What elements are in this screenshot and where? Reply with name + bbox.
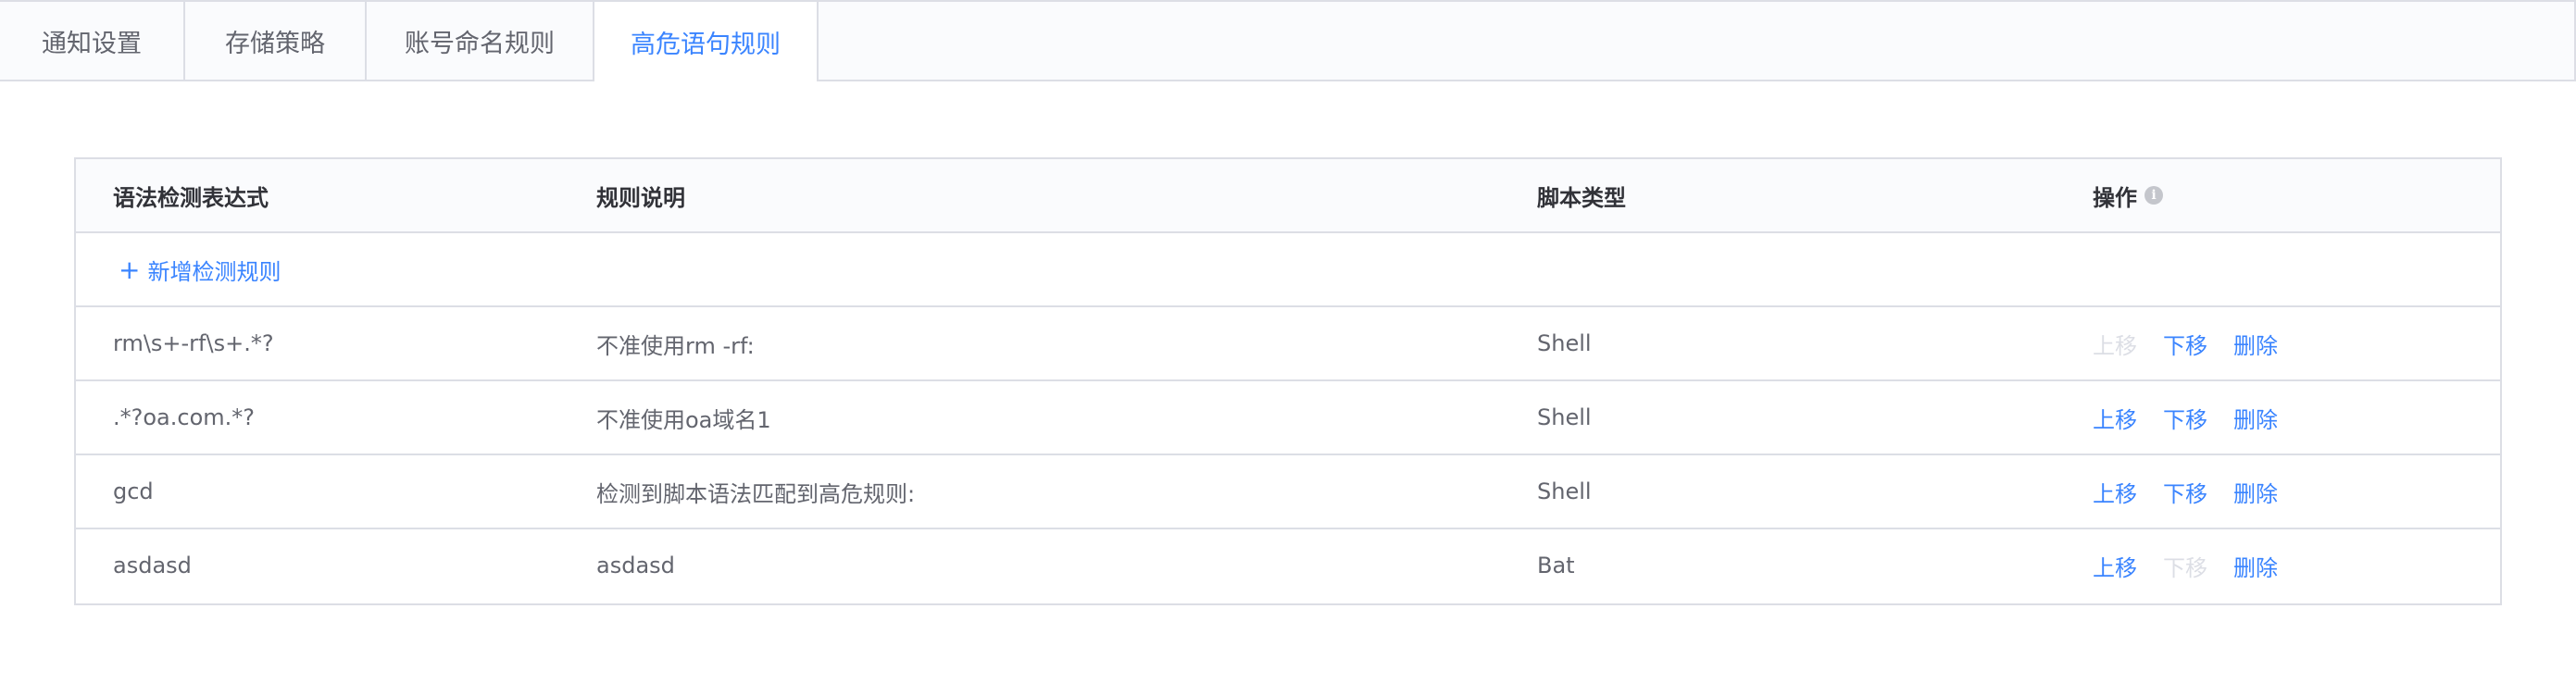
add-rule-label: 新增检测规则 bbox=[147, 258, 281, 285]
header-actions: 操作 i bbox=[2093, 159, 2163, 231]
table-row: gcd 检测到脚本语法匹配到高危规则: Shell 上移 下移 删除 bbox=[76, 455, 2500, 529]
move-up-button[interactable]: 上移 bbox=[2093, 402, 2137, 434]
plus-icon: + bbox=[119, 254, 141, 285]
tab-notification-settings[interactable]: 通知设置 bbox=[0, 2, 185, 80]
header-description: 规则说明 bbox=[596, 184, 685, 211]
table-row: asdasd asdasd Bat 上移 下移 删除 bbox=[76, 529, 2500, 602]
table-row: .*?oa.com.*? 不准使用oa域名1 Shell 上移 下移 删除 bbox=[76, 381, 2500, 455]
table-header: 语法检测表达式 规则说明 脚本类型 操作 i bbox=[76, 159, 2500, 233]
delete-button[interactable]: 删除 bbox=[2233, 550, 2278, 582]
delete-button[interactable]: 删除 bbox=[2233, 476, 2278, 508]
move-down-button[interactable]: 下移 bbox=[2163, 328, 2207, 360]
tab-account-naming-rules[interactable]: 账号命名规则 bbox=[367, 2, 594, 80]
tab-storage-policy[interactable]: 存储策略 bbox=[185, 2, 367, 80]
cell-description: 检测到脚本语法匹配到高危规则: bbox=[596, 480, 916, 507]
cell-script-type: Shell bbox=[1537, 330, 1592, 356]
cell-description: 不准使用oa域名1 bbox=[596, 406, 771, 433]
table-row: rm\s+-rf\s+.*? 不准使用rm -rf: Shell 上移 下移 删… bbox=[76, 307, 2500, 381]
cell-actions: 上移 下移 删除 bbox=[2093, 307, 2304, 379]
cell-expression: .*?oa.com.*? bbox=[113, 404, 256, 430]
header-expression: 语法检测表达式 bbox=[113, 184, 269, 211]
header-actions-label: 操作 bbox=[2093, 184, 2137, 211]
cell-actions: 上移 下移 删除 bbox=[2093, 455, 2304, 528]
tab-high-risk-statement-rules[interactable]: 高危语句规则 bbox=[593, 2, 819, 81]
delete-button[interactable]: 删除 bbox=[2233, 328, 2278, 360]
cell-expression: rm\s+-rf\s+.*? bbox=[113, 330, 274, 356]
cell-actions: 上移 下移 删除 bbox=[2093, 529, 2304, 602]
tab-bar: 通知设置 存储策略 账号命名规则 高危语句规则 bbox=[0, 0, 2576, 81]
rules-table: 语法检测表达式 规则说明 脚本类型 操作 i + 新增检测规则 rm\s+-rf… bbox=[74, 157, 2502, 605]
cell-script-type: Shell bbox=[1537, 404, 1592, 430]
move-up-button[interactable]: 上移 bbox=[2093, 476, 2137, 508]
add-rule-row: + 新增检测规则 bbox=[76, 233, 2500, 307]
cell-expression: asdasd bbox=[113, 553, 192, 578]
cell-expression: gcd bbox=[113, 478, 154, 504]
cell-actions: 上移 下移 删除 bbox=[2093, 381, 2304, 454]
move-up-button[interactable]: 上移 bbox=[2093, 550, 2137, 582]
cell-description: 不准使用rm -rf: bbox=[596, 332, 755, 359]
move-down-button[interactable]: 下移 bbox=[2163, 550, 2207, 582]
move-down-button[interactable]: 下移 bbox=[2163, 476, 2207, 508]
cell-description: asdasd bbox=[596, 553, 675, 578]
cell-script-type: Bat bbox=[1537, 553, 1575, 578]
header-script-type: 脚本类型 bbox=[1537, 184, 1626, 211]
move-up-button[interactable]: 上移 bbox=[2093, 328, 2137, 360]
cell-script-type: Shell bbox=[1537, 478, 1592, 504]
delete-button[interactable]: 删除 bbox=[2233, 402, 2278, 434]
move-down-button[interactable]: 下移 bbox=[2163, 402, 2207, 434]
add-rule-button[interactable]: + 新增检测规则 bbox=[113, 254, 281, 286]
info-icon[interactable]: i bbox=[2145, 186, 2163, 205]
